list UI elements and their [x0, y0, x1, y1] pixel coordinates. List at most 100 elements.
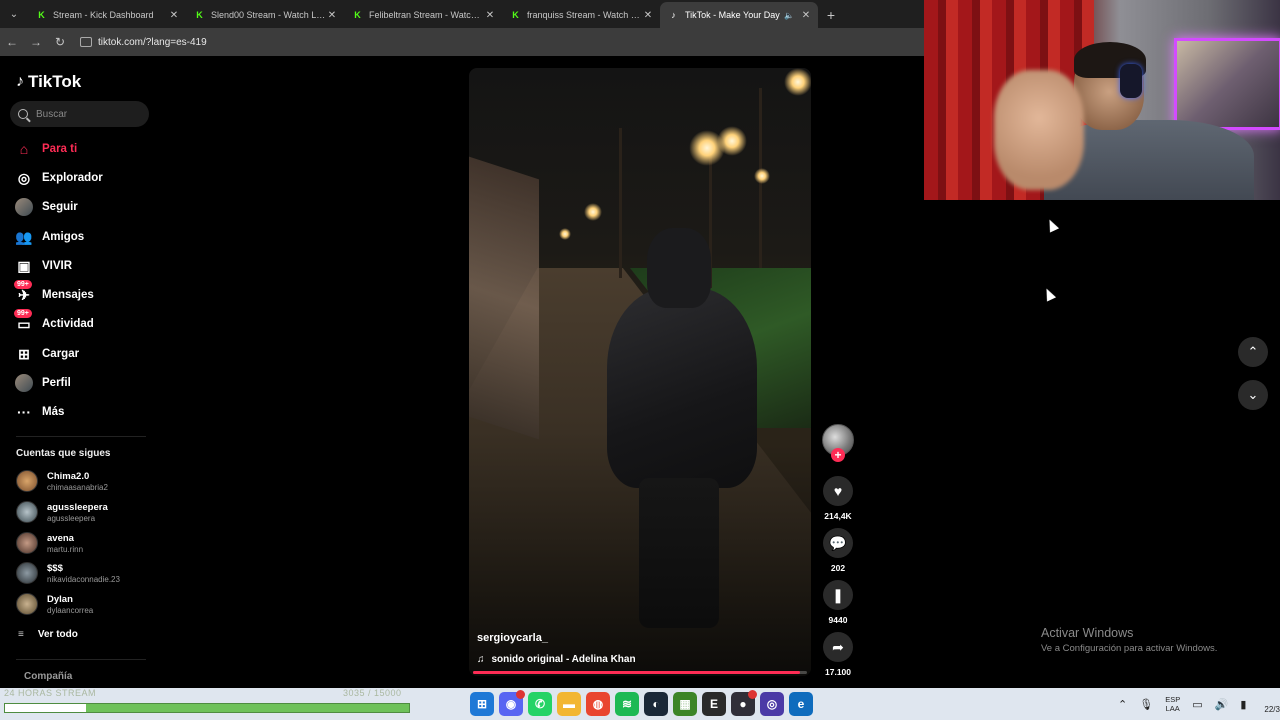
tab-search-icon[interactable]: ⌄: [0, 0, 28, 28]
nav-amigos[interactable]: 👥 Amigos: [14, 226, 84, 248]
chevron-up-icon[interactable]: ⌃: [1118, 698, 1127, 711]
tab-close-icon[interactable]: ✕: [642, 10, 654, 21]
previous-video-button[interactable]: ⌃: [1238, 337, 1268, 367]
site-info-icon[interactable]: [80, 37, 92, 47]
file-explorer-icon[interactable]: ▬: [557, 692, 581, 716]
tab-title: TikTok - Make Your Day: [685, 10, 780, 20]
tab-close-icon[interactable]: ✕: [326, 10, 338, 21]
microphone-icon[interactable]: 🎙: [1139, 698, 1153, 711]
whatsapp-icon[interactable]: ✆: [528, 692, 552, 716]
app-icon[interactable]: ◎: [760, 692, 784, 716]
comment-count: 202: [830, 563, 846, 573]
kick-icon: K: [38, 10, 45, 20]
watermark-subtitle: Ve a Configuración para activar Windows.: [1041, 643, 1218, 654]
minecraft-icon[interactable]: ▦: [673, 692, 697, 716]
spotify-icon[interactable]: ≋: [615, 692, 639, 716]
bookmark-icon: ❚: [823, 580, 853, 610]
video-music[interactable]: ♫ sonido original - Adelina Khan: [477, 654, 636, 665]
video-frame-lamp: [717, 126, 747, 156]
speaker-icon[interactable]: 🔈: [784, 11, 794, 20]
person-legs: [639, 478, 719, 628]
video-frame-lamp: [559, 228, 571, 240]
nav-actividad[interactable]: ▭ 99+ Actividad: [14, 309, 94, 335]
account-name: agussleepera: [47, 501, 108, 513]
windows-taskbar: 24 HORAS STREAM 3035 / 15000 ⊞ ◉ ✆ ▬ ◍ ≋…: [0, 688, 1280, 720]
tab-close-icon[interactable]: ✕: [168, 10, 180, 21]
clock[interactable]: 03:40 22/3/2026: [1264, 693, 1280, 715]
following-account[interactable]: agussleepera agussleepera: [16, 501, 108, 523]
nav-para-ti[interactable]: ⌂ Para ti: [14, 138, 77, 160]
video-author[interactable]: sergioycarla_: [477, 632, 548, 644]
see-all-link[interactable]: ≡ Ver todo: [18, 629, 78, 640]
volume-icon[interactable]: 🔊: [1215, 698, 1229, 711]
logo-text: TikTok: [28, 72, 82, 91]
nav-perfil[interactable]: Perfil: [14, 372, 71, 394]
nav-mas[interactable]: ··· Más: [14, 401, 64, 423]
list-icon: ≡: [18, 629, 24, 640]
tab-close-icon[interactable]: ✕: [484, 10, 496, 21]
forward-icon[interactable]: →: [24, 35, 48, 49]
start-menu-icon[interactable]: ⊞: [470, 692, 494, 716]
language-indicator[interactable]: ESP LAA: [1165, 695, 1180, 713]
video-frame-wall: [469, 156, 539, 440]
comment-button[interactable]: 💬 202: [818, 528, 858, 573]
nav-label: Explorador: [42, 172, 103, 184]
address-bar[interactable]: tiktok.com/?lang=es-419: [80, 37, 207, 48]
video-progress-bar[interactable]: [473, 671, 807, 674]
following-account[interactable]: Dylan dylaancorrea: [16, 593, 93, 615]
nav-explorador[interactable]: ◎ Explorador: [14, 167, 103, 189]
edge-icon[interactable]: e: [789, 692, 813, 716]
search-box[interactable]: [10, 101, 149, 127]
network-icon[interactable]: ▭: [1192, 698, 1202, 711]
epic-games-icon[interactable]: E: [702, 692, 726, 716]
browser-tab[interactable]: K Felibeltran Stream - Watch Live ✕: [344, 2, 502, 28]
see-all-label: Ver todo: [37, 629, 78, 640]
battery-icon[interactable]: ▮: [1240, 698, 1246, 711]
activity-icon: ▭ 99+: [14, 309, 34, 334]
nav-label: Para ti: [42, 143, 78, 155]
nav-label: Cargar: [42, 348, 80, 360]
next-video-button[interactable]: ⌄: [1238, 380, 1268, 410]
browser-tab[interactable]: K franquiss Stream - Watch Live o ✕: [502, 2, 660, 28]
following-account[interactable]: avena martu.rinn: [16, 532, 83, 554]
chrome-icon[interactable]: ◍: [586, 692, 610, 716]
divider: [16, 659, 146, 660]
mouse-cursor-icon: [1041, 286, 1057, 302]
obs-icon[interactable]: ●: [731, 690, 757, 716]
follow-plus-icon[interactable]: +: [831, 448, 845, 462]
share-button[interactable]: ➦ 17.100: [818, 632, 858, 677]
reload-icon[interactable]: ↻: [48, 35, 72, 49]
nav-vivir[interactable]: ▣ VIVIR: [14, 255, 72, 277]
kick-icon: K: [196, 10, 203, 20]
following-account[interactable]: Chima2.0 chimaasanabria2: [16, 470, 108, 492]
search-input[interactable]: [36, 108, 136, 120]
person-hood: [647, 228, 711, 308]
tab-title: Stream - Kick Dashboard: [53, 10, 154, 20]
nav-seguir[interactable]: Seguir: [14, 196, 78, 218]
messages-icon: ✈ 99+: [14, 280, 34, 305]
following-account[interactable]: $$$ nikavidaconnadie.23: [16, 562, 120, 584]
profile-avatar-icon: [14, 373, 34, 393]
video-player[interactable]: sergioycarla_ ♫ sonido original - Adelin…: [469, 68, 811, 676]
share-icon: ➦: [823, 632, 853, 662]
steam-icon[interactable]: ◐: [644, 692, 668, 716]
company-link[interactable]: Compañía: [24, 671, 72, 682]
nav-label: VIVIR: [42, 260, 73, 272]
notification-badge: 99+: [14, 280, 32, 289]
account-handle: dylaancorrea: [47, 605, 94, 615]
discord-icon[interactable]: ◉: [499, 690, 525, 716]
browser-tab[interactable]: K Slend00 Stream - Watch Live o ✕: [186, 2, 344, 28]
new-tab-button[interactable]: +: [818, 2, 844, 28]
music-note-icon: ♫: [477, 654, 485, 665]
browser-tabbar: ⌄ K Stream - Kick Dashboard ✕ K Slend00 …: [0, 0, 924, 28]
tab-close-icon[interactable]: ✕: [800, 10, 812, 21]
tiktok-logo[interactable]: ♪ TikTok: [16, 72, 81, 92]
like-button[interactable]: ♥ 214,4K: [818, 476, 858, 521]
save-button[interactable]: ❚ 9440: [818, 580, 858, 625]
nav-mensajes[interactable]: ✈ 99+ Mensajes: [14, 280, 94, 306]
nav-cargar[interactable]: ⊞ Cargar: [14, 343, 79, 365]
live-tv-icon: ▣: [17, 257, 31, 274]
browser-tab[interactable]: K Stream - Kick Dashboard ✕: [28, 2, 186, 28]
back-icon[interactable]: ←: [0, 35, 24, 49]
browser-tab-active[interactable]: ♪ TikTok - Make Your Day 🔈 ✕: [660, 2, 818, 28]
